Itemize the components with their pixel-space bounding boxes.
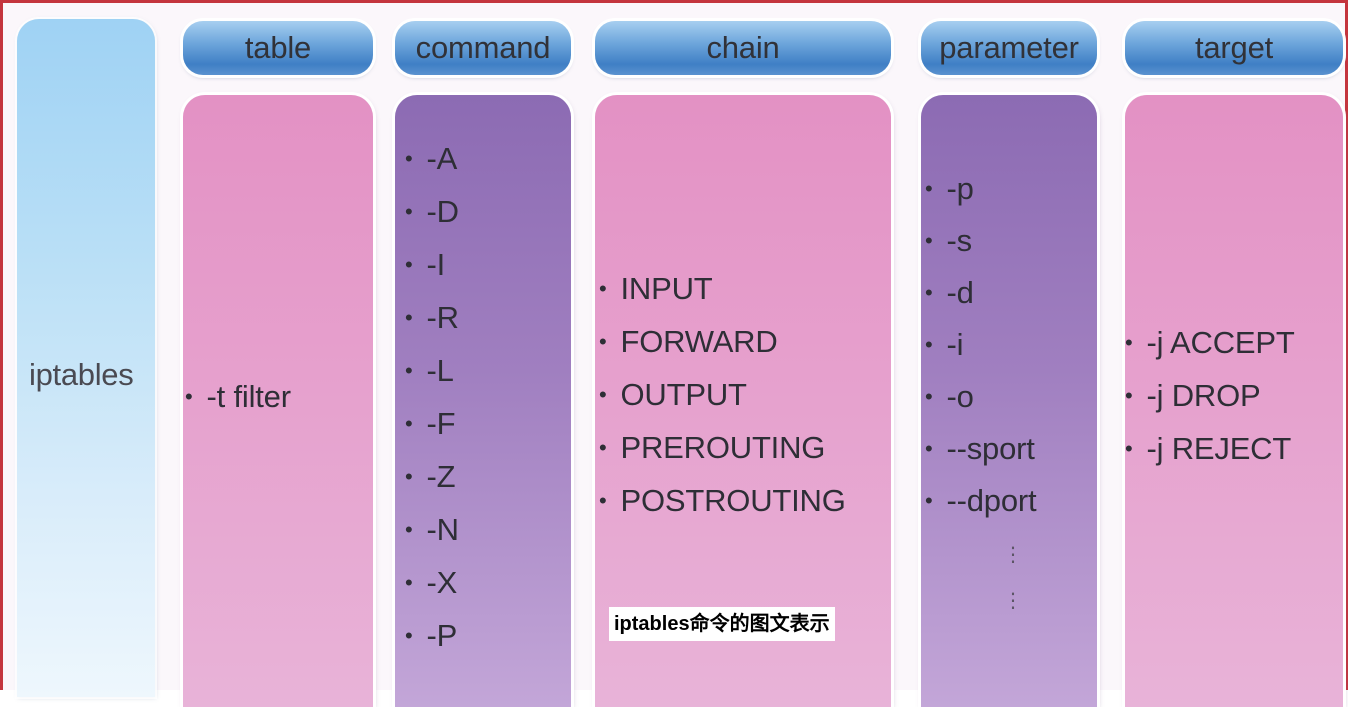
command-item-label: -Z	[426, 459, 456, 494]
header-target: target	[1125, 21, 1343, 75]
parameter-item: • -p	[925, 171, 974, 207]
bullet-icon: •	[1125, 330, 1133, 355]
iptables-diagram: iptables table command chain parameter t…	[0, 0, 1348, 707]
bullet-icon: •	[405, 146, 413, 171]
bullet-icon: •	[925, 228, 933, 253]
parameter-more-indicator: ⋮	[1003, 590, 1023, 612]
parameter-item-label: -d	[946, 275, 974, 310]
bullet-icon: •	[405, 517, 413, 542]
bullet-icon: •	[925, 176, 933, 201]
parameter-item-label: --sport	[946, 431, 1035, 466]
chain-item: • OUTPUT	[599, 377, 747, 413]
target-item-label: -j DROP	[1146, 378, 1261, 413]
bullet-icon: •	[925, 488, 933, 513]
command-item: • -N	[405, 512, 459, 548]
bullet-icon: •	[405, 305, 413, 330]
parameter-item-label: -s	[946, 223, 973, 258]
iptables-side-panel: iptables	[17, 19, 155, 697]
command-item-label: -N	[426, 512, 460, 547]
chain-item-label: PREROUTING	[620, 430, 826, 465]
command-item-label: -P	[426, 618, 458, 653]
command-item: • -A	[405, 141, 457, 177]
target-item-label: -j ACCEPT	[1146, 325, 1295, 360]
header-command: command	[395, 21, 571, 75]
parameter-item: • --sport	[925, 431, 1035, 467]
chain-item-label: INPUT	[620, 271, 713, 306]
chain-item: • FORWARD	[599, 324, 778, 360]
bullet-icon: •	[405, 252, 413, 277]
parameter-item-label: -p	[946, 171, 974, 206]
chain-item: • PREROUTING	[599, 430, 825, 466]
table-item: • -t filter	[185, 379, 291, 415]
command-column: • -A • -D • -I • -R • -L • -F • -Z • -N • -X • -P	[395, 95, 571, 707]
bullet-icon: •	[599, 382, 607, 407]
bullet-icon: •	[185, 384, 193, 409]
bullet-icon: •	[405, 199, 413, 224]
parameter-more-indicator: ⋮	[1003, 544, 1023, 566]
target-item: • -j REJECT	[1125, 431, 1291, 467]
iptables-label: iptables	[29, 357, 134, 392]
parameter-item: • --dport	[925, 483, 1037, 519]
command-item: • -Z	[405, 459, 456, 495]
target-column: • -j ACCEPT • -j DROP • -j REJECT	[1125, 95, 1343, 707]
bullet-icon: •	[405, 570, 413, 595]
command-item-label: -L	[426, 353, 454, 388]
header-chain: chain	[595, 21, 891, 75]
bullet-icon: •	[599, 329, 607, 354]
bullet-icon: •	[925, 332, 933, 357]
bullet-icon: •	[1125, 383, 1133, 408]
parameter-item: • -d	[925, 275, 974, 311]
header-parameter: parameter	[921, 21, 1097, 75]
command-item: • -R	[405, 300, 459, 336]
command-item-label: -X	[426, 565, 458, 600]
command-item-label: -R	[426, 300, 460, 335]
parameter-item: • -i	[925, 327, 964, 363]
command-item: • -F	[405, 406, 456, 442]
command-item-label: -A	[426, 141, 458, 176]
command-item: • -I	[405, 247, 445, 283]
target-item-label: -j REJECT	[1146, 431, 1292, 466]
parameter-column: • -p • -s • -d • -i • -o • --sport • --dport ⋮ ⋮	[921, 95, 1097, 707]
bullet-icon: •	[1125, 436, 1133, 461]
chain-item-label: OUTPUT	[620, 377, 747, 412]
chain-item: • POSTROUTING	[599, 483, 846, 519]
bullet-icon: •	[599, 435, 607, 460]
command-item-label: -D	[426, 194, 460, 229]
bullet-icon: •	[599, 276, 607, 301]
command-item-label: -I	[426, 247, 446, 282]
bullet-icon: •	[405, 358, 413, 383]
parameter-item-label: -o	[946, 379, 974, 414]
command-item: • -X	[405, 565, 457, 601]
bullet-icon: •	[599, 488, 607, 513]
command-item: • -L	[405, 353, 454, 389]
bullet-icon: •	[925, 436, 933, 461]
bullet-icon: •	[405, 623, 413, 648]
table-column: • -t filter	[183, 95, 373, 707]
chain-item-label: POSTROUTING	[620, 483, 846, 518]
target-item: • -j ACCEPT	[1125, 325, 1295, 361]
parameter-item: • -o	[925, 379, 974, 415]
bullet-icon: •	[405, 411, 413, 436]
bullet-icon: •	[405, 464, 413, 489]
target-item: • -j DROP	[1125, 378, 1261, 414]
parameter-item: • -s	[925, 223, 972, 259]
command-item: • -D	[405, 194, 459, 230]
table-item-label: -t filter	[206, 379, 292, 414]
bullet-icon: •	[925, 384, 933, 409]
command-item: • -P	[405, 618, 457, 654]
chain-item: • INPUT	[599, 271, 713, 307]
parameter-item-label: --dport	[946, 483, 1037, 518]
diagram-caption: iptables命令的图文表示	[609, 607, 835, 641]
bullet-icon: •	[925, 280, 933, 305]
header-table: table	[183, 21, 373, 75]
chain-item-label: FORWARD	[620, 324, 778, 359]
parameter-item-label: -i	[946, 327, 964, 362]
command-item-label: -F	[426, 406, 456, 441]
